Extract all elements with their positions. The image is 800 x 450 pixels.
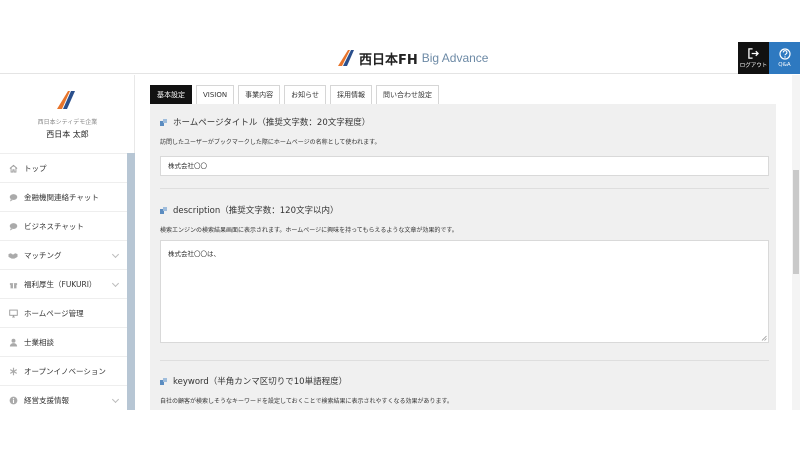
sidebar-menu: トップ 金融機関連絡チャット ビジネスチャット マッチング 福利厚生（FUKUR… xyxy=(0,153,127,410)
sidebar-item-label: 福利厚生（FUKURI） xyxy=(24,279,97,289)
section-heading-text: ホームページタイトル（推奨文字数：20文字程度） xyxy=(173,118,371,128)
section-marker-icon xyxy=(160,377,167,385)
question-circle-icon xyxy=(778,48,791,60)
monitor-icon xyxy=(8,308,18,318)
section-description: 訪問したユーザーがブックマークした際にホームページの名称として使われます。 xyxy=(160,139,381,146)
page-scrollbar-thumb[interactable] xyxy=(793,170,799,274)
sidebar-item-label: トップ xyxy=(24,163,47,173)
chevron-down-icon xyxy=(111,279,120,288)
top-header: 西日本FH Big Advance ログアウト Q&A xyxy=(0,41,800,74)
tab-news[interactable]: お知らせ xyxy=(284,85,326,104)
sidebar-item-label: ビジネスチャット xyxy=(24,221,84,231)
settings-panel: ホームページタイトル（推奨文字数：20文字程度） 訪問したユーザーがブックマーク… xyxy=(150,104,776,410)
description-text: 株式会社〇〇は、 xyxy=(168,250,220,258)
asterisk-icon xyxy=(8,366,18,376)
section-heading-description: description（推奨文字数：120文字以内） xyxy=(160,204,339,216)
sidebar-item-homepage[interactable]: ホームページ管理 xyxy=(0,298,127,327)
section-divider xyxy=(160,188,769,189)
section-description: 自社の顧客が検索しそうなキーワードを設定しておくことで検索結果に表示されやすくな… xyxy=(160,398,453,405)
sidebar-item-matching[interactable]: マッチング xyxy=(0,240,127,269)
brand-subtitle: Big Advance xyxy=(421,51,489,65)
section-marker-icon xyxy=(160,118,167,126)
sidebar-item-bank-chat[interactable]: 金融機関連絡チャット xyxy=(0,182,127,211)
sidebar-item-label: マッチング xyxy=(24,250,62,260)
chat-bubble-icon xyxy=(8,192,18,202)
homepage-title-input[interactable]: 株式会社〇〇 xyxy=(160,156,769,176)
page-scrollbar[interactable] xyxy=(792,75,800,410)
sidebar-item-label: ホームページ管理 xyxy=(24,308,84,318)
sidebar-scrollbar[interactable] xyxy=(127,153,135,410)
resize-handle-icon[interactable] xyxy=(761,335,767,341)
section-heading-keyword: keyword（半角カンマ区切りで10単語程度） xyxy=(160,375,347,387)
company-name: 西日本シティデモ企業 xyxy=(37,119,98,126)
section-heading-title: ホームページタイトル（推奨文字数：20文字程度） xyxy=(160,116,370,128)
section-marker-icon xyxy=(160,206,167,214)
tab-basic-settings[interactable]: 基本設定 xyxy=(150,85,192,104)
brand-mark-icon xyxy=(338,50,354,66)
brand-name: 西日本FH xyxy=(359,52,418,68)
section-heading-text: description（推奨文字数：120文字以内） xyxy=(173,206,339,216)
chat-bubble-icon xyxy=(8,221,18,231)
info-icon xyxy=(8,395,18,405)
sidebar-item-label: 金融機関連絡チャット xyxy=(24,192,99,202)
qa-button[interactable]: Q&A xyxy=(769,42,800,74)
gift-icon xyxy=(8,279,18,289)
description-textarea[interactable]: 株式会社〇〇は、 xyxy=(160,240,769,343)
sidebar: 西日本シティデモ企業 西日本 太郎 トップ 金融機関連絡チャット ビジネスチャッ… xyxy=(0,75,135,410)
sidebar-item-label: オープンイノベーション xyxy=(24,366,106,376)
person-icon xyxy=(8,337,18,347)
main-content: 基本設定 VISION 事業内容 お知らせ 採用情報 問い合わせ設定 ホームペー… xyxy=(136,75,792,410)
sidebar-item-open-innovation[interactable]: オープンイノベーション xyxy=(0,356,127,385)
sidebar-item-label: 士業相談 xyxy=(24,337,54,347)
tab-inquiry-settings[interactable]: 問い合わせ設定 xyxy=(375,85,439,104)
company-logo-icon xyxy=(57,91,75,109)
logout-button[interactable]: ログアウト xyxy=(738,42,769,74)
section-description: 検索エンジンの検索結果画面に表示されます。ホームページに興味を持ってもらえるよう… xyxy=(160,227,458,234)
tab-vision[interactable]: VISION xyxy=(196,85,235,104)
section-divider xyxy=(160,360,769,361)
home-icon xyxy=(8,163,18,173)
sidebar-item-label: 経営支援情報 xyxy=(24,395,69,405)
handshake-icon xyxy=(8,250,18,260)
section-heading-text: keyword（半角カンマ区切りで10単語程度） xyxy=(173,377,348,387)
tab-recruit[interactable]: 採用情報 xyxy=(329,85,372,104)
tab-business[interactable]: 事業内容 xyxy=(238,85,281,104)
tab-bar: 基本設定 VISION 事業内容 お知らせ 採用情報 問い合わせ設定 xyxy=(150,85,443,104)
app-window: 西日本FH Big Advance ログアウト Q&A 西日本シティデモ企業 西… xyxy=(0,41,800,410)
brand-logo[interactable]: 西日本FH Big Advance xyxy=(336,47,488,69)
sidebar-item-business-chat[interactable]: ビジネスチャット xyxy=(0,211,127,240)
chevron-down-icon xyxy=(111,395,120,404)
chevron-down-icon xyxy=(111,250,120,259)
logout-icon xyxy=(748,47,759,59)
sidebar-item-support-info[interactable]: 経営支援情報 xyxy=(0,385,127,410)
logout-label: ログアウト xyxy=(739,62,768,69)
user-name: 西日本 太郎 xyxy=(46,130,89,139)
qa-label: Q&A xyxy=(778,62,791,68)
sidebar-item-consult[interactable]: 士業相談 xyxy=(0,327,127,356)
sidebar-item-fukuri[interactable]: 福利厚生（FUKURI） xyxy=(0,269,127,298)
sidebar-item-top[interactable]: トップ xyxy=(0,153,127,182)
